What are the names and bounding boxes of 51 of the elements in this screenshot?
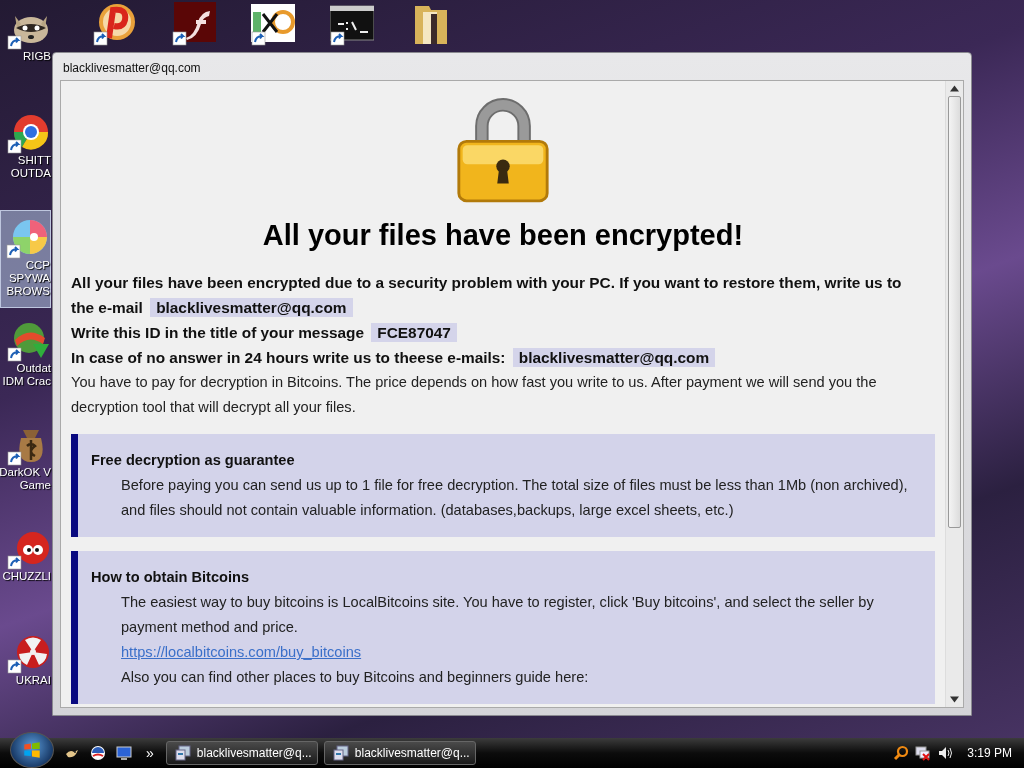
desktop-icon[interactable]: SHITT OUTDA: [0, 106, 51, 204]
highlighted-text: blacklivesmatter@qq.com: [512, 348, 716, 367]
app-window-icon: [332, 745, 349, 761]
desktop-icon[interactable]: UKRAI: [0, 626, 51, 724]
speaker-icon[interactable]: [937, 745, 954, 761]
icon-label: UKRAI: [15, 674, 51, 687]
payment-note: You have to pay for decryption in Bitcoins. The price depends on how fast you write to us. After payment we will send you the decryption tool that will decrypt all your files.: [71, 373, 878, 417]
highlighted-text: FCE87047: [371, 323, 457, 342]
taskbar-button[interactable]: blacklivesmatter@q...: [165, 741, 318, 765]
page-heading: All your files have been encrypted!: [261, 219, 745, 252]
scroll-thumb[interactable]: [948, 96, 961, 528]
start-button[interactable]: [10, 732, 54, 768]
app-window-icon: [174, 745, 191, 761]
icon-label: CCP: [25, 259, 50, 272]
letter-ball-icon[interactable]: [93, 2, 137, 46]
icon-label: OUTDA: [10, 167, 51, 180]
panel-title: Free decryption as guarantee: [91, 451, 296, 470]
desktop-icon[interactable]: Outdat IDM Crac: [0, 314, 51, 412]
desktop-icon[interactable]: RIGB: [0, 2, 51, 100]
monitor-icon[interactable]: [116, 745, 132, 761]
more-button[interactable]: »: [146, 745, 154, 761]
scrollbar[interactable]: [945, 81, 963, 707]
selected-desktop-icon[interactable]: CCP SPYWA BROWS: [0, 210, 51, 308]
icon-label: SPYWA: [8, 272, 50, 285]
windows-logo-icon: [21, 739, 43, 761]
window-title: blacklivesmatter@qq.com: [62, 60, 202, 77]
desktop-icon[interactable]: CHUZZLI: [0, 522, 51, 620]
desktop-icon[interactable]: DarkOK V Game: [0, 418, 51, 516]
taskbar-button[interactable]: blacklivesmatter@q...: [323, 741, 476, 765]
network-error-icon[interactable]: [915, 745, 932, 761]
icon-label: Outdat: [16, 362, 51, 375]
icon-label: IDM Crac: [2, 375, 51, 388]
highlighted-text: blacklivesmatter@qq.com: [150, 298, 353, 317]
icon-label: BROWS: [6, 285, 50, 298]
panel-text: Also you can find other places to buy Bitcoins and beginners guide here:: [120, 668, 590, 687]
message-text: Write this ID in the title of your message FCE87047: [71, 320, 923, 345]
icon-label: SHITT: [17, 154, 51, 167]
icon-label: RIGB: [22, 50, 51, 63]
message-text: In case of no answer in 24 hours write us to theese e-mails: blacklivesmatter@qq.com: [71, 345, 923, 370]
icon-label: CHUZZLI: [2, 570, 51, 583]
round-logo-icon[interactable]: [90, 745, 106, 761]
icon-label: DarkOK V: [0, 466, 51, 479]
panel-text: The easiest way to buy bitcoins is LocalBitcoins site. You have to register, click 'Buy bitcoins', and select the seller by payment method and price.: [120, 593, 875, 637]
panel-title: How to obtain Bitcoins: [91, 568, 251, 587]
swoosh-icon[interactable]: [172, 2, 216, 46]
message-text: All your files have been encrypted due to a security problem with your PC. If you want to restore them, write us to the e-mail blacklivesmatter@qq.com: [71, 273, 903, 319]
terminal-window-icon[interactable]: [330, 2, 374, 46]
panel-text: Before paying you can send us up to 1 file for free decryption. The total size of files must be less than 1Mb (non archived), and files should not contain valuable information. (databases,backups, large excel sheets, etc.): [120, 476, 909, 520]
icon-label: Game: [19, 479, 51, 492]
search-icon[interactable]: [893, 745, 910, 761]
clock[interactable]: 3:19 PM: [967, 746, 1012, 760]
